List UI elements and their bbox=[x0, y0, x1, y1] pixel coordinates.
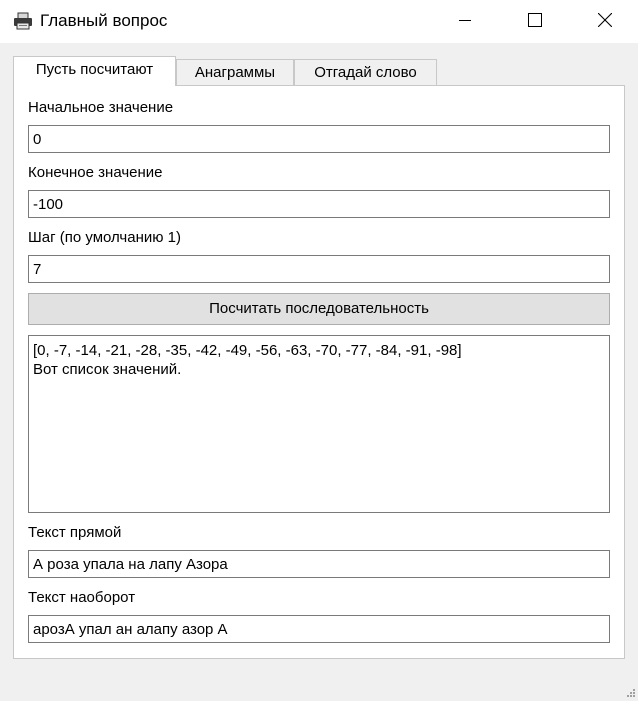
main-window: Главный вопрос Пусть посчитают Анаграммы… bbox=[0, 0, 638, 701]
end-value-label: Конечное значение bbox=[28, 164, 163, 181]
reversed-text-input[interactable] bbox=[28, 615, 610, 643]
tab-anagrams[interactable]: Анаграммы bbox=[176, 59, 294, 86]
output-line-2: Вот список значений. bbox=[33, 361, 182, 378]
direct-text-input[interactable] bbox=[28, 550, 610, 578]
step-label: Шаг (по умолчанию 1) bbox=[28, 229, 182, 246]
printer-icon bbox=[13, 11, 33, 31]
direct-text-label: Текст прямой bbox=[28, 524, 122, 541]
minimize-icon bbox=[459, 13, 471, 30]
start-value-input[interactable] bbox=[28, 125, 610, 153]
output-line-1: [0, -7, -14, -21, -28, -35, -42, -49, -5… bbox=[33, 342, 462, 359]
sequence-output-textarea[interactable]: [0, -7, -14, -21, -28, -35, -42, -49, -5… bbox=[28, 335, 610, 513]
reversed-text-label: Текст наоборот bbox=[28, 589, 136, 606]
tab-guess-word[interactable]: Отгадай слово bbox=[294, 59, 437, 86]
calculate-sequence-button[interactable]: Посчитать последовательность bbox=[28, 293, 610, 325]
step-input[interactable] bbox=[28, 255, 610, 283]
maximize-button[interactable] bbox=[512, 0, 558, 43]
close-icon bbox=[597, 12, 613, 31]
title-bar[interactable]: Главный вопрос bbox=[0, 0, 638, 43]
end-value-input[interactable] bbox=[28, 190, 610, 218]
minimize-button[interactable] bbox=[442, 0, 488, 43]
close-button[interactable] bbox=[582, 0, 628, 43]
window-title: Главный вопрос bbox=[40, 11, 168, 30]
maximize-icon bbox=[528, 12, 542, 31]
resize-grip-icon[interactable] bbox=[622, 686, 636, 700]
tab-count[interactable]: Пусть посчитают bbox=[13, 56, 176, 86]
start-value-label: Начальное значение bbox=[28, 99, 174, 116]
